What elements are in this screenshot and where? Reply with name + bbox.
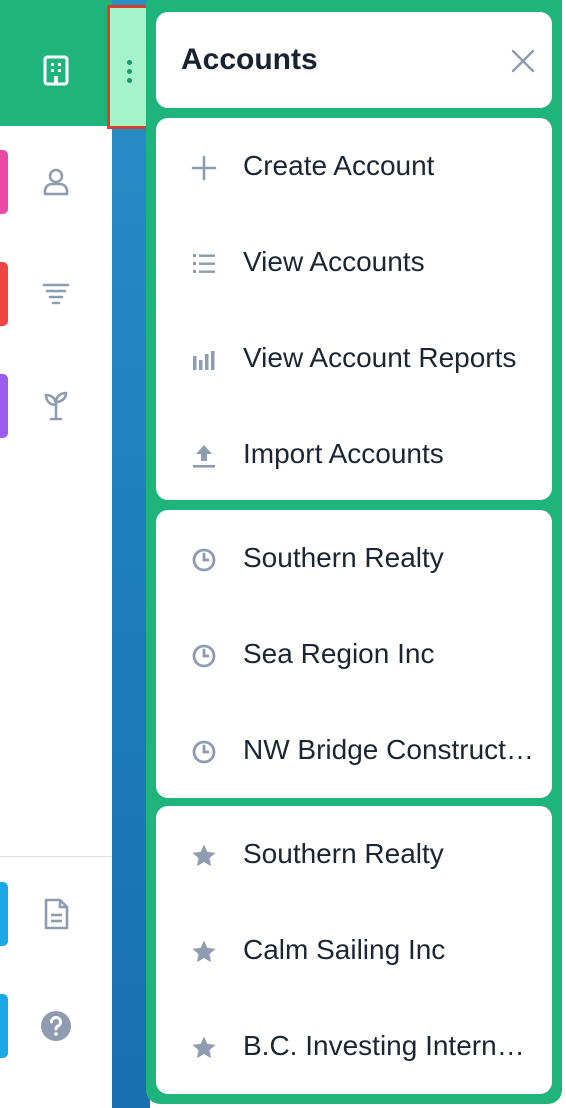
panel-title: Accounts [181, 43, 318, 76]
sidebar-item-documents[interactable] [0, 882, 112, 946]
favorites-section: Southern Realty Calm Sailing Inc B.C. In… [156, 806, 552, 1094]
list-icon [190, 250, 218, 278]
favorite-item[interactable]: Calm Sailing Inc [156, 916, 552, 988]
recent-item[interactable]: Sea Region Inc [156, 620, 552, 692]
accounts-flyout: Accounts Create Account View Accounts Vi… [146, 0, 562, 1104]
favorite-item[interactable]: B.C. Investing International [156, 1012, 552, 1084]
sidebar-item-contacts[interactable] [0, 150, 112, 214]
menu-item-label: Import Accounts [243, 438, 444, 469]
recent-item[interactable]: Southern Realty [156, 524, 552, 596]
help-icon [38, 1008, 74, 1044]
create-account-item[interactable]: Create Account [156, 132, 552, 204]
sidebar-item-opportunities[interactable] [0, 374, 112, 438]
nav-rail [0, 0, 113, 1108]
menu-item-label: View Accounts [243, 246, 425, 277]
document-icon [38, 896, 74, 932]
recent-section: Southern Realty Sea Region Inc NW Bridge… [156, 510, 552, 798]
plus-icon [190, 154, 218, 182]
module-strip [112, 0, 150, 1108]
sidebar-accent [0, 374, 8, 438]
sidebar-accent [0, 262, 8, 326]
import-accounts-item[interactable]: Import Accounts [156, 420, 552, 492]
menu-item-label: Sea Region Inc [243, 638, 435, 669]
star-icon [190, 938, 218, 966]
clock-icon [190, 738, 218, 766]
close-icon[interactable] [508, 46, 538, 76]
flyout-header: Accounts [156, 12, 552, 108]
view-accounts-item[interactable]: View Accounts [156, 228, 552, 300]
filter-icon [38, 276, 74, 312]
actions-section: Create Account View Accounts View Accoun… [156, 118, 552, 500]
sidebar-accent [0, 994, 8, 1058]
menu-item-label: B.C. Investing International [243, 1030, 535, 1061]
clock-icon [190, 546, 218, 574]
bar-chart-icon [190, 346, 218, 374]
menu-item-label: Calm Sailing Inc [243, 934, 446, 965]
sidebar-item-accounts[interactable] [0, 0, 112, 126]
upload-icon [190, 442, 218, 470]
sidebar-item-leads[interactable] [0, 262, 112, 326]
menu-item-label: NW Bridge Construction [243, 734, 535, 765]
person-icon [38, 164, 74, 200]
star-icon [190, 842, 218, 870]
menu-item-label: View Account Reports [243, 342, 517, 373]
menu-item-label: Create Account [243, 150, 435, 181]
star-icon [190, 1034, 218, 1062]
view-account-reports-item[interactable]: View Account Reports [156, 324, 552, 396]
menu-item-label: Southern Realty [243, 838, 444, 869]
sidebar-accent [0, 882, 8, 946]
menu-item-label: Southern Realty [243, 542, 444, 573]
building-icon [40, 54, 72, 86]
favorite-item[interactable]: Southern Realty [156, 820, 552, 892]
module-menu-button[interactable] [107, 5, 151, 129]
sprout-icon [38, 388, 74, 424]
sidebar-item-help[interactable] [0, 994, 112, 1058]
sidebar-divider [0, 856, 112, 857]
sidebar-accent [0, 150, 8, 214]
recent-item[interactable]: NW Bridge Construction [156, 716, 552, 788]
clock-icon [190, 642, 218, 670]
